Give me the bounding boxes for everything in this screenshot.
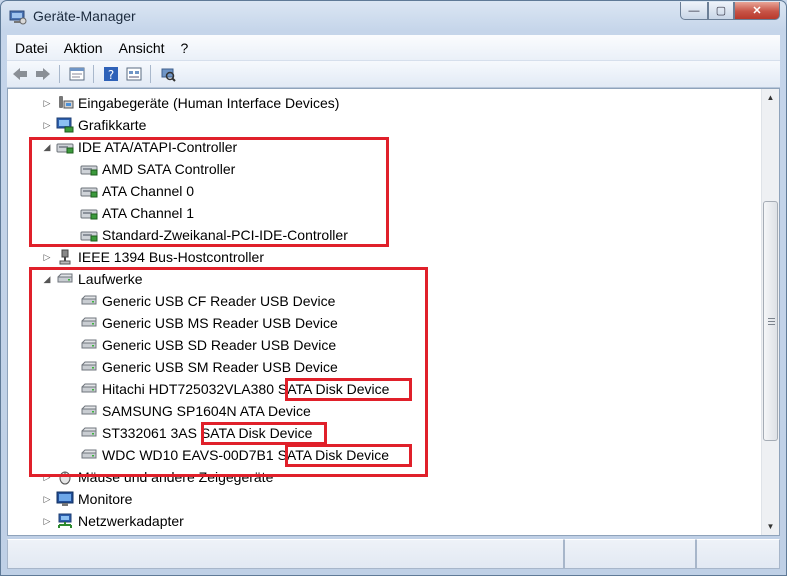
scrollbar-thumb[interactable]: [763, 201, 778, 441]
title-bar[interactable]: Geräte-Manager — ▢ ✕: [1, 1, 786, 35]
tree-item-label: IEEE 1394 Bus-Hostcontroller: [78, 249, 264, 265]
properties-icon[interactable]: [67, 64, 87, 84]
window-title: Geräte-Manager: [33, 8, 136, 24]
highlight-box-ide-controller: [29, 137, 389, 247]
close-button[interactable]: ✕: [734, 2, 780, 20]
collapsed-arrow-icon[interactable]: ▷: [42, 252, 52, 262]
tree-category[interactable]: ▷ Eingabegeräte (Human Interface Devices): [44, 92, 340, 114]
status-pane-3: [696, 539, 780, 569]
tree-category[interactable]: ▷ IEEE 1394 Bus-Hostcontroller: [44, 246, 264, 268]
hid-icon: [56, 95, 74, 111]
tree-item-label: Monitore: [78, 491, 133, 507]
maximize-button[interactable]: ▢: [708, 2, 734, 20]
display-adapter-icon: [56, 117, 74, 133]
collapsed-arrow-icon[interactable]: ▷: [42, 516, 52, 526]
show-hide-icon[interactable]: [124, 64, 144, 84]
status-bar: [7, 539, 780, 569]
collapsed-arrow-icon[interactable]: ▷: [42, 120, 52, 130]
menu-help[interactable]: ?: [173, 40, 197, 56]
help-icon[interactable]: ?: [101, 64, 121, 84]
menu-datei[interactable]: Datei: [7, 40, 56, 56]
network-adapter-icon: [56, 513, 74, 529]
highlight-box-hitachi-sata: [285, 378, 412, 401]
back-icon[interactable]: [10, 64, 30, 84]
highlight-box-wdc-sata: [285, 444, 412, 467]
tree-category[interactable]: ▷ Grafikkarte: [44, 114, 147, 136]
collapsed-arrow-icon[interactable]: ▷: [42, 494, 52, 504]
vertical-scrollbar[interactable]: ▲ ▼: [761, 89, 779, 535]
menu-aktion[interactable]: Aktion: [56, 40, 111, 56]
device-manager-window: Geräte-Manager — ▢ ✕ Datei Aktion Ansich…: [0, 0, 787, 576]
minimize-button[interactable]: —: [680, 2, 708, 20]
tree-item-label: Grafikkarte: [78, 117, 147, 133]
device-manager-app-icon: [9, 9, 27, 25]
tree-item-label: Netzwerkadapter: [78, 513, 184, 529]
scroll-down-arrow-icon[interactable]: ▼: [762, 518, 779, 535]
tree-category[interactable]: ▷ Netzwerkadapter: [44, 510, 184, 532]
firewire-icon: [56, 249, 74, 265]
collapsed-arrow-icon[interactable]: ▷: [42, 98, 52, 108]
svg-text:?: ?: [108, 68, 114, 82]
forward-icon[interactable]: [33, 64, 53, 84]
status-pane-2: [564, 539, 696, 569]
status-pane-main: [7, 539, 564, 569]
highlight-box-st332061-sata: [201, 422, 327, 445]
device-tree-panel: ▷ Eingabegeräte (Human Interface Devices)…: [7, 88, 780, 536]
toolbar: ?: [7, 61, 780, 88]
scroll-up-arrow-icon[interactable]: ▲: [762, 89, 779, 106]
tree-category[interactable]: ▷ Monitore: [44, 488, 133, 510]
menu-ansicht[interactable]: Ansicht: [111, 40, 173, 56]
monitor-icon: [56, 491, 74, 507]
scan-hardware-icon[interactable]: [158, 64, 178, 84]
tree-item-label: Eingabegeräte (Human Interface Devices): [78, 95, 340, 111]
menu-bar: Datei Aktion Ansicht ?: [7, 35, 780, 61]
